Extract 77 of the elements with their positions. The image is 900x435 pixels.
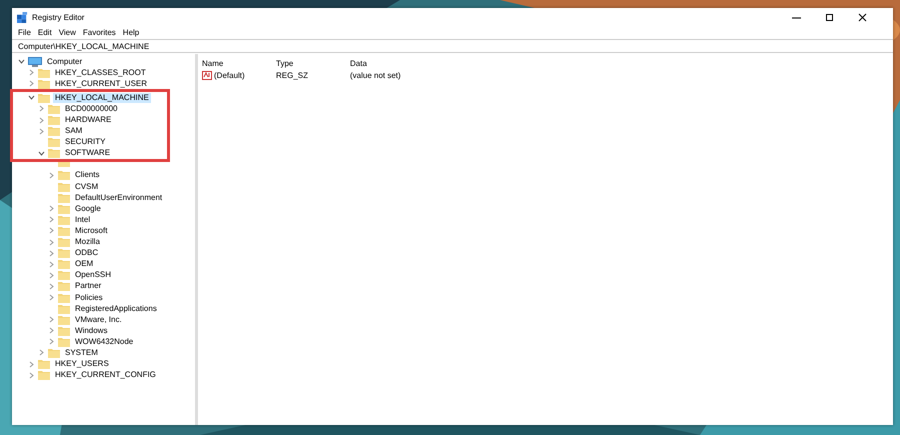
registry-icon (17, 12, 28, 22)
tree-item[interactable]: OEM (73, 259, 96, 270)
tree-item[interactable]: SOFTWARE (63, 148, 112, 158)
folder-icon (58, 336, 70, 347)
tree-item[interactable]: ODBC (73, 248, 100, 258)
folder-icon (58, 214, 70, 225)
folder-icon (58, 204, 70, 214)
folder-icon (58, 281, 70, 292)
tree-item[interactable]: DefaultUserEnvironment (73, 192, 164, 203)
tree-item[interactable]: VMware, Inc. (73, 314, 124, 325)
folder-icon (48, 104, 60, 114)
folder-icon (58, 270, 70, 280)
folder-icon (58, 314, 70, 325)
folder-icon (58, 304, 70, 314)
tree-item[interactable]: HKEY_CLASSES_ROOT (53, 68, 148, 78)
string-value-icon (202, 70, 212, 80)
folder-icon (58, 259, 70, 270)
chevron-icon[interactable] (38, 150, 45, 157)
folder-icon (58, 226, 70, 236)
folder-icon (38, 359, 50, 370)
tree-item[interactable]: Clients (73, 170, 102, 180)
tree-item[interactable]: RegisteredApplications (73, 304, 159, 314)
tree-item[interactable]: Partner (73, 281, 104, 292)
folder-icon (38, 370, 50, 380)
menu-item[interactable]: File (18, 28, 31, 36)
tree-item[interactable]: HARDWARE (63, 115, 114, 126)
table-cell-text: (value not set) (350, 70, 402, 80)
chevron-icon[interactable] (28, 94, 35, 102)
folder-icon (48, 115, 60, 126)
tree-item[interactable]: WOW6432Node (73, 336, 136, 347)
column-header[interactable]: Name (202, 58, 276, 68)
tree-item[interactable]: Windows (73, 326, 110, 336)
chevron-icon[interactable] (18, 58, 25, 66)
menu-item[interactable]: Edit (38, 28, 52, 36)
folder-icon (48, 348, 60, 358)
address-bar[interactable]: Computer\HKEY_LOCAL_MACHINE (12, 39, 893, 53)
tree-item[interactable]: CVSM (73, 182, 100, 192)
tree-item[interactable]: HKEY_LOCAL_MACHINE (53, 92, 151, 103)
folder-icon (58, 182, 70, 192)
folder-icon (58, 192, 70, 203)
tree-item[interactable]: BCD00000000 (63, 104, 120, 114)
tree-item[interactable]: Google (73, 204, 103, 214)
close-icon[interactable] (858, 12, 867, 22)
folder-icon (38, 78, 50, 89)
folder-icon (58, 292, 70, 303)
tree-item[interactable]: SAM (63, 126, 84, 136)
tree-item[interactable]: Intel (73, 214, 92, 225)
menu-item[interactable]: View (58, 28, 76, 36)
tree-item[interactable]: HKEY_CURRENT_CONFIG (53, 370, 158, 380)
computer-icon (28, 56, 42, 67)
folder-icon (38, 68, 50, 78)
maximize-icon[interactable] (825, 12, 834, 22)
folder-icon (58, 162, 70, 167)
value-name[interactable]: (Default) (214, 70, 245, 80)
folder-icon (58, 248, 70, 258)
tree-item[interactable]: Mozilla (73, 237, 102, 248)
folder-icon (58, 237, 70, 248)
tree-item[interactable]: Microsoft (73, 226, 110, 236)
tree-item[interactable]: HKEY_CURRENT_USER (53, 78, 150, 89)
folder-icon (58, 326, 70, 336)
menu-item[interactable]: Help (122, 28, 140, 36)
table-cell-text: REG_SZ (276, 70, 310, 80)
folder-icon (48, 126, 60, 136)
menu-item[interactable]: Favorites (82, 28, 116, 36)
column-header[interactable]: Type (276, 58, 350, 68)
column-header[interactable]: Data (350, 58, 470, 68)
folder-icon (48, 148, 60, 158)
folder-icon (48, 137, 60, 148)
folder-icon (38, 92, 50, 103)
folder-icon (58, 170, 70, 180)
tree-item[interactable]: Policies (73, 292, 105, 303)
tree-item[interactable]: OpenSSH (73, 270, 114, 280)
window-title: Registry Editor (32, 12, 84, 22)
tree-item[interactable]: SYSTEM (63, 348, 100, 358)
tree-item[interactable]: SECURITY (63, 137, 108, 148)
tree-item[interactable]: Computer (45, 56, 84, 67)
tree-item[interactable]: HKEY_USERS (53, 359, 111, 370)
